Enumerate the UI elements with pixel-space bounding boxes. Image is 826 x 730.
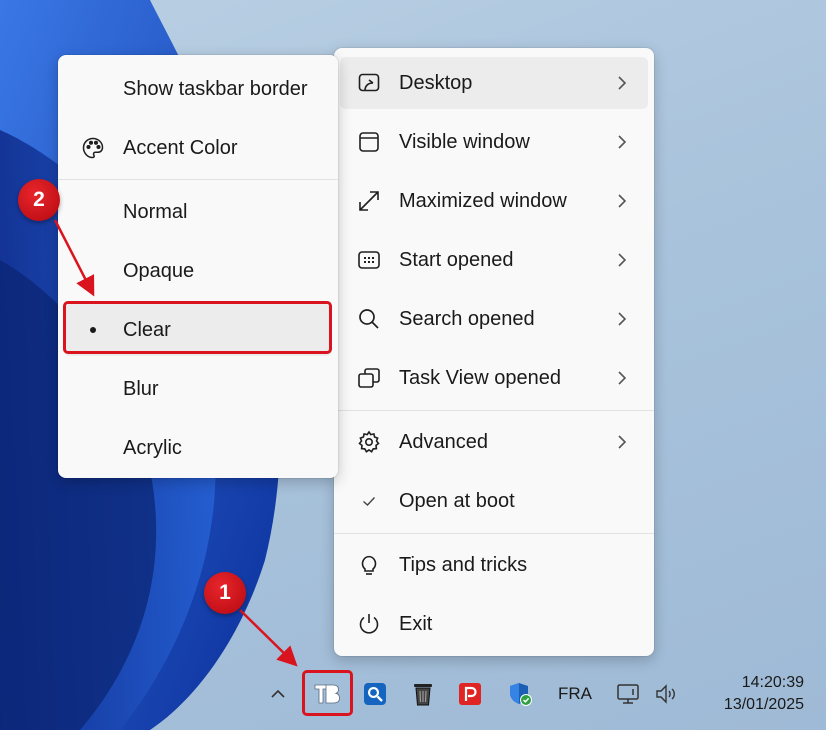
menu-item-task-view-opened[interactable]: Task View opened (340, 352, 648, 404)
menu-separator (334, 533, 654, 534)
chevron-right-icon (618, 135, 627, 149)
submenu-item-acrylic[interactable]: Acrylic (64, 422, 332, 474)
search-icon (356, 306, 382, 332)
lightbulb-icon (356, 552, 382, 578)
red-p-app-icon (459, 683, 481, 705)
menu-item-open-at-boot[interactable]: Open at boot (340, 475, 648, 527)
menu-separator (334, 410, 654, 411)
show-hidden-icons-button[interactable] (264, 676, 292, 712)
chevron-right-icon (618, 435, 627, 449)
window-icon (356, 129, 382, 155)
trash-icon (414, 684, 432, 706)
desktop-icon (356, 70, 382, 96)
clock-date: 13/01/2025 (723, 696, 804, 713)
submenu-item-opaque[interactable]: Opaque (64, 245, 332, 297)
network-tray-icon[interactable] (614, 676, 644, 712)
shield-check-icon (510, 683, 532, 706)
menu-item-visible-window[interactable]: Visible window (340, 116, 648, 168)
windows-security-tray-icon[interactable] (505, 676, 535, 712)
submenu-item-normal[interactable]: Normal (64, 186, 332, 238)
submenu-item-label: Opaque (123, 260, 195, 282)
menu-item-start-opened[interactable]: Start opened (340, 234, 648, 286)
magnifier-app-icon (364, 683, 386, 705)
menu-item-label: Tips and tricks (399, 554, 528, 576)
menu-item-label: Advanced (399, 431, 488, 453)
speaker-icon (656, 684, 675, 704)
step-2-badge: 2 (18, 179, 60, 221)
recycle-bin-tray-icon[interactable] (408, 676, 438, 712)
submenu-item-label: Accent Color (123, 137, 238, 159)
chevron-right-icon (618, 312, 627, 326)
chevron-right-icon (618, 253, 627, 267)
task-view-icon (356, 365, 382, 391)
power-icon (356, 611, 382, 637)
menu-item-search-opened[interactable]: Search opened (340, 293, 648, 345)
taskbar-clock[interactable]: 14:20:39 13/01/2025 (700, 672, 804, 716)
submenu-item-accent-color[interactable]: Accent Color (64, 122, 332, 174)
submenu-item-show-taskbar-border[interactable]: Show taskbar border (64, 63, 332, 115)
menu-item-maximized-window[interactable]: Maximized window (340, 175, 648, 227)
main-context-menu: Desktop Visible window Maximized window … (334, 48, 654, 656)
menu-item-label: Task View opened (399, 367, 561, 389)
menu-item-label: Start opened (399, 249, 514, 271)
submenu-item-label: Show taskbar border (123, 78, 308, 100)
tray-icon-highlight-box (302, 670, 353, 716)
palette-icon (80, 135, 106, 161)
chevron-right-icon (618, 371, 627, 385)
volume-tray-icon[interactable] (652, 676, 682, 712)
menu-item-label: Maximized window (399, 190, 567, 212)
menu-item-exit[interactable]: Exit (340, 598, 648, 650)
clear-highlight-box (63, 301, 332, 354)
clock-time: 14:20:39 (741, 674, 804, 691)
search-app-tray-icon[interactable] (360, 676, 390, 712)
menu-item-tips-and-tricks[interactable]: Tips and tricks (340, 539, 648, 591)
pdf-app-tray-icon[interactable] (455, 676, 485, 712)
menu-item-advanced[interactable]: Advanced (340, 416, 648, 468)
submenu-item-label: Acrylic (123, 437, 182, 459)
network-monitor-icon (617, 684, 639, 704)
step-1-badge: 1 (204, 572, 246, 614)
chevron-up-icon (271, 689, 285, 698)
menu-item-label: Open at boot (399, 490, 515, 512)
language-indicator[interactable]: FRA (554, 676, 596, 712)
chevron-right-icon (618, 194, 627, 208)
menu-item-label: Exit (399, 613, 433, 635)
menu-item-label: Desktop (399, 72, 473, 94)
start-icon (356, 247, 382, 273)
menu-item-desktop[interactable]: Desktop (340, 57, 648, 109)
checkmark-icon (356, 488, 382, 514)
submenu-item-label: Blur (123, 378, 159, 400)
submenu-item-blur[interactable]: Blur (64, 363, 332, 415)
chevron-right-icon (618, 76, 627, 90)
menu-item-label: Visible window (399, 131, 530, 153)
submenu-separator (58, 179, 338, 180)
gear-icon (356, 429, 382, 455)
desktop-submenu: Show taskbar border Accent Color Normal … (58, 55, 338, 478)
menu-item-label: Search opened (399, 308, 535, 330)
maximize-icon (356, 188, 382, 214)
submenu-item-label: Normal (123, 201, 188, 223)
